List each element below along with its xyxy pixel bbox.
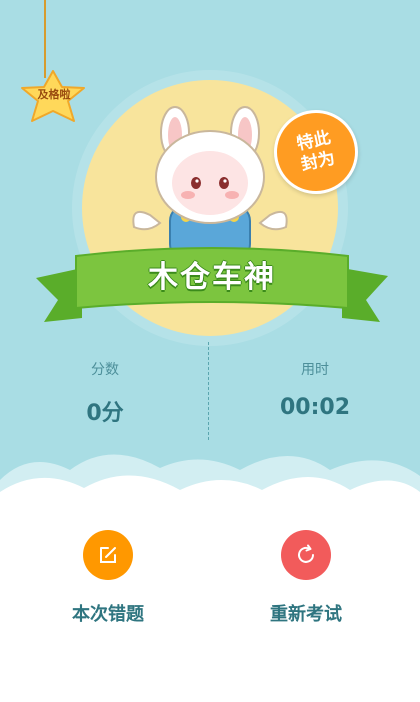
wrong-questions-icon-circle[interactable] <box>83 530 133 580</box>
pass-star-badge: 及格啦 <box>16 68 90 124</box>
cloud-divider <box>0 454 420 530</box>
wrong-questions-label[interactable]: 本次错题 <box>28 600 188 626</box>
retake-icon-circle[interactable] <box>281 530 331 580</box>
score-stat: 分数 0分 <box>0 345 210 427</box>
refresh-icon <box>298 544 314 563</box>
stats-panel: 分数 0分 用时 00:02 <box>0 345 420 440</box>
score-value: 0分 <box>86 401 124 426</box>
retake-label[interactable]: 重新考试 <box>226 600 386 626</box>
title-badge-label: 特此封为 <box>295 127 337 176</box>
badge-string <box>44 0 46 78</box>
edit-icon <box>100 547 116 563</box>
score-label: 分数 <box>91 362 119 378</box>
rank-title: 木仓车神 <box>148 260 276 295</box>
time-stat: 用时 00:02 <box>210 345 420 420</box>
action-bar: 本次错题 重新考试 <box>0 530 420 650</box>
wrong-questions-button[interactable]: 本次错题 <box>28 530 188 626</box>
retake-exam-button[interactable]: 重新考试 <box>226 530 386 626</box>
time-value: 00:02 <box>279 395 351 420</box>
pass-badge-label: 及格啦 <box>37 88 71 101</box>
stats-divider <box>208 342 209 440</box>
time-label: 用时 <box>301 362 329 378</box>
